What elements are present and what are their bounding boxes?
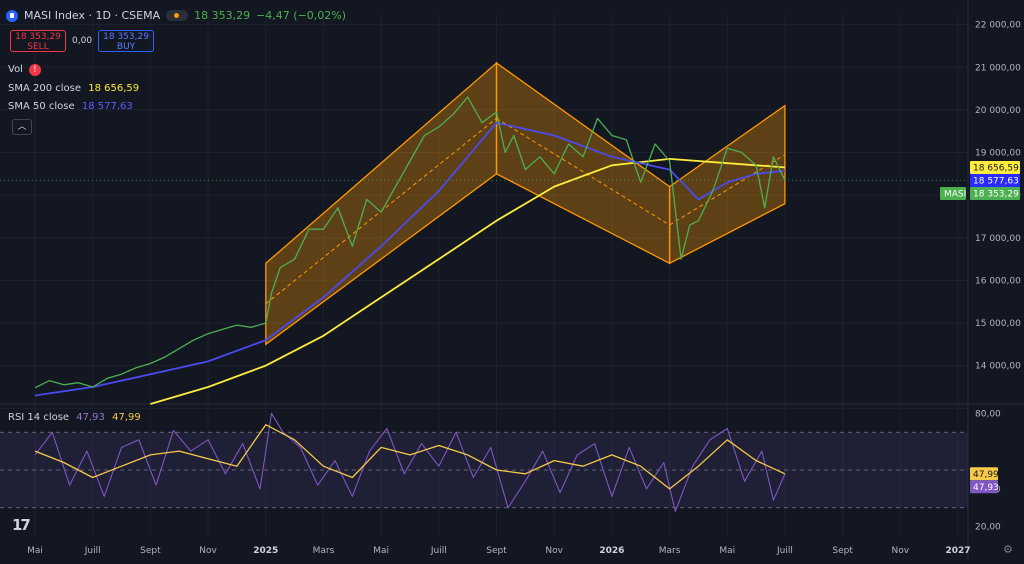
sell-button[interactable]: 18 353,29 SELL xyxy=(10,30,66,52)
price-tick-9: 22 000,00 xyxy=(975,21,1021,31)
price-tick-7: 20 000,00 xyxy=(975,106,1021,116)
time-tick-9: Nov xyxy=(545,546,563,556)
symbol-title[interactable]: MASI Index · 1D · CSEMA xyxy=(24,9,160,22)
time-tick-5: Mars xyxy=(313,546,335,556)
time-tick-10: 2026 xyxy=(599,546,624,556)
sma200-value: 18 656,59 xyxy=(88,83,140,94)
last-price: 18 353,29 xyxy=(194,9,251,22)
rsi-last-text-1: 47,93 xyxy=(973,483,999,493)
chart-root: 14 000,0015 000,0016 000,0017 000,0018 0… xyxy=(0,0,1024,560)
vol-legend[interactable]: Vol! xyxy=(8,64,41,76)
sma200-label: SMA 200 close xyxy=(8,83,82,94)
time-tick-7: Juill xyxy=(430,546,447,556)
price-tick-1: 14 000,00 xyxy=(975,362,1021,372)
time-tick-0: Mai xyxy=(27,546,43,556)
warning-icon[interactable]: ! xyxy=(28,64,41,76)
rsi-legend[interactable]: RSI 14 close 47,93 47,99 xyxy=(8,412,141,423)
price-tick-4: 17 000,00 xyxy=(975,234,1021,244)
rsi-value: 47,93 xyxy=(76,412,105,423)
time-tick-3: Nov xyxy=(199,546,217,556)
time-tick-12: Mai xyxy=(719,546,735,556)
market-status-icon[interactable] xyxy=(166,10,189,21)
sma50-legend[interactable]: SMA 50 close 18 577,63 xyxy=(8,101,133,112)
sell-label: SELL xyxy=(27,42,49,52)
time-tick-15: Nov xyxy=(892,546,910,556)
last-value-text-1: 18 577,63 xyxy=(973,176,1019,186)
sma50-label: SMA 50 close xyxy=(8,101,75,112)
price-tick-3: 16 000,00 xyxy=(975,276,1021,286)
time-tick-2: Sept xyxy=(140,546,161,556)
gear-icon[interactable]: ⚙ xyxy=(1003,543,1013,556)
sell-price: 18 353,29 xyxy=(15,32,61,42)
spread-value: 0,00 xyxy=(72,36,93,46)
rsi-tick-3: 80,00 xyxy=(975,409,1001,419)
price-tick-2: 15 000,00 xyxy=(975,319,1021,329)
collapse-legend-button[interactable]: ︿ xyxy=(12,119,32,135)
sma50-value: 18 577,63 xyxy=(81,101,133,112)
time-tick-11: Mars xyxy=(659,546,681,556)
time-tick-1: Juill xyxy=(84,546,101,556)
chevron-up-icon: ︿ xyxy=(17,122,27,132)
rsi-tick-0: 20,00 xyxy=(975,523,1001,533)
trade-panel: 18 353,29 SELL 0,00 18 353,29 BUY xyxy=(10,30,155,52)
last-value-text-2: 18 353,29 xyxy=(973,189,1019,199)
time-tick-4: 2025 xyxy=(253,546,278,556)
symbol-tag-text: MASI xyxy=(944,189,966,199)
tradingview-logo[interactable]: 17 xyxy=(12,516,31,534)
symbol-header: MASI Index · 1D · CSEMA 18 353,29 −4,47 … xyxy=(6,9,346,22)
buy-button[interactable]: 18 353,29 BUY xyxy=(98,30,155,52)
price-change: −4,47 (−0,02%) xyxy=(256,9,347,22)
time-tick-13: Juill xyxy=(776,546,793,556)
buy-price: 18 353,29 xyxy=(103,32,149,42)
rsi-ma-value: 47,99 xyxy=(112,412,141,423)
time-tick-6: Mai xyxy=(373,546,389,556)
buy-label: BUY xyxy=(116,42,136,52)
sma200-legend[interactable]: SMA 200 close 18 656,59 xyxy=(8,83,139,94)
chart-canvas[interactable]: 14 000,0015 000,0016 000,0017 000,0018 0… xyxy=(0,0,1024,560)
time-tick-16: 2027 xyxy=(945,546,970,556)
rsi-last-text-0: 47,99 xyxy=(973,470,999,480)
vol-label: Vol xyxy=(8,64,23,75)
price-tick-8: 21 000,00 xyxy=(975,63,1021,73)
exchange-logo-icon xyxy=(6,9,18,22)
rsi-label: RSI 14 close xyxy=(8,412,70,423)
time-tick-14: Sept xyxy=(832,546,853,556)
time-tick-8: Sept xyxy=(486,546,507,556)
price-tick-6: 19 000,00 xyxy=(975,149,1021,159)
last-value-text-0: 18 656,59 xyxy=(973,163,1019,173)
